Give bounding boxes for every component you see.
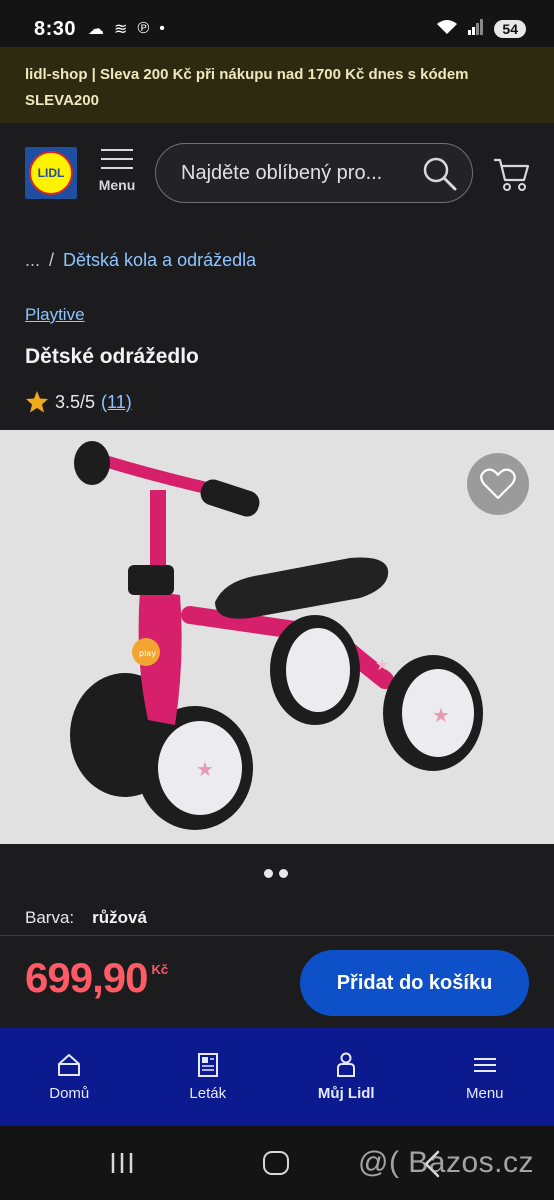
status-notification-icons: ☁ ≋ ℗ • [88,19,165,39]
hamburger-icon [101,149,133,169]
promo-banner[interactable]: lidl-shop | Sleva 200 Kč při nákupu nad … [0,47,554,123]
svg-text:play: play [139,649,156,658]
status-time: 8:30 [34,17,77,40]
battery-indicator: 54 [494,20,526,38]
breadcrumb-category-link[interactable]: Dětská kola a odrážedla [63,250,256,271]
breadcrumb-ellipsis[interactable]: ... [25,250,40,271]
menu-label: Menu [98,177,136,193]
color-row: Barva: růžová [25,908,147,928]
home-button-icon[interactable] [263,1151,289,1175]
cell-signal-icon [468,18,484,40]
lidl-logo[interactable]: LIDL [25,147,77,199]
add-to-cart-button[interactable]: Přidat do košíku [300,950,529,1016]
image-carousel-dots[interactable] [264,869,288,878]
cart-icon[interactable] [492,156,530,192]
bottom-nav: Domů Leták Můj Lidl Menu [0,1028,554,1126]
nav-label-menu: Menu [465,1085,504,1102]
nav-item-my-lidl[interactable]: Můj Lidl [277,1028,416,1126]
menu-button[interactable]: Menu [94,149,140,201]
signal-hd-icon: ≋ [114,21,128,38]
price-bar: 699,90 Kč Přidat do košíku [0,935,554,1028]
nav-label-home: Domů [49,1085,90,1102]
product-title: Dětské odrážedlo [25,345,199,368]
nav-item-flyer[interactable]: Leták [139,1028,278,1126]
nav-label-my-lidl: Můj Lidl [317,1085,375,1102]
search-box[interactable] [155,143,473,203]
account-icon [337,1052,356,1077]
price: 699,90 Kč [25,954,168,1002]
breadcrumb: ... / Dětská kola a odrážedla [25,250,256,271]
menu-icon [473,1058,496,1072]
favorite-button[interactable] [467,453,529,515]
weather-icon: ☁ [88,21,105,38]
svg-text:★: ★ [196,757,214,781]
search-icon[interactable] [422,156,458,192]
pinterest-icon: ℗ [137,20,150,37]
nav-item-menu[interactable]: Menu [416,1028,554,1126]
recent-apps-icon[interactable] [110,1152,134,1174]
star-icon [26,391,48,413]
product-rating: 3.5/5 (11) [25,390,132,414]
price-value: 699,90 [25,954,148,1001]
rating-count-link[interactable]: (11) [101,392,132,413]
nav-item-home[interactable]: Domů [0,1028,139,1126]
color-value: růžová [92,908,147,927]
site-header: LIDL Menu [0,123,554,223]
svg-text:★: ★ [375,655,389,674]
dot-icon: • [159,20,165,37]
svg-text:★: ★ [432,703,450,727]
home-icon [58,1054,81,1076]
heart-icon [480,468,516,500]
carousel-dot[interactable] [279,869,288,878]
carousel-dot[interactable] [264,869,273,878]
rating-value: 3.5/5 [55,391,96,412]
color-label: Barva: [25,908,75,927]
breadcrumb-separator: / [49,250,55,270]
nav-label-flyer: Leták [189,1085,227,1102]
logo-text: LIDL [29,151,73,195]
price-currency: Kč [151,962,169,977]
wifi-icon [436,19,458,40]
search-input[interactable] [181,161,391,185]
promo-text: lidl-shop | Sleva 200 Kč při nákupu nad … [25,66,469,109]
flyer-icon [197,1053,218,1077]
brand-link[interactable]: Playtive [25,305,85,325]
watermark: @( Bazos.cz [358,1146,534,1179]
